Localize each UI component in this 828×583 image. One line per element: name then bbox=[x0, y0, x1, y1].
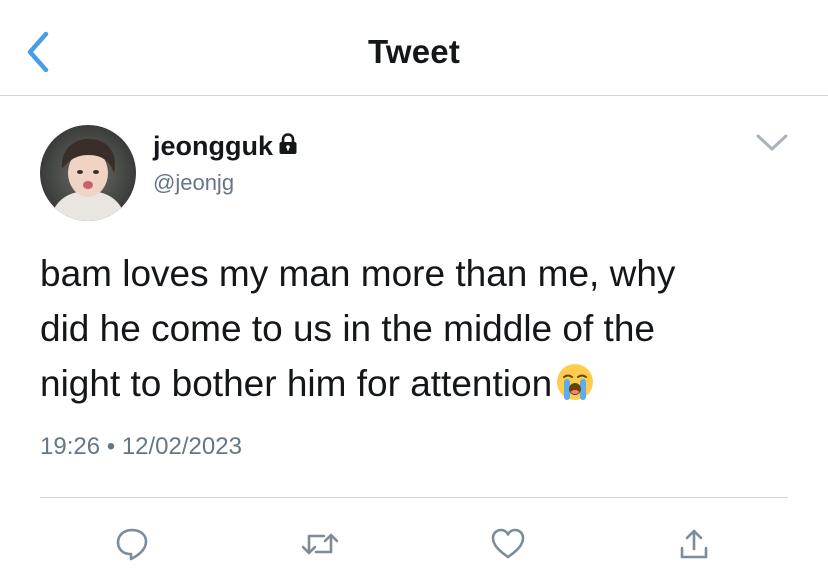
retweet-icon bbox=[301, 533, 339, 555]
share-button[interactable] bbox=[672, 522, 716, 566]
lock-icon bbox=[278, 131, 298, 162]
reply-button[interactable] bbox=[110, 522, 154, 566]
tweet-text: bam loves my man more than me, why did h… bbox=[40, 246, 800, 411]
share-icon bbox=[680, 529, 708, 559]
tweet-line-1: bam loves my man more than me, why bbox=[40, 253, 676, 294]
chevron-down-icon bbox=[756, 134, 788, 151]
avatar[interactable] bbox=[40, 125, 136, 221]
like-icon bbox=[491, 528, 525, 559]
reply-icon bbox=[116, 528, 148, 561]
loudly-crying-face-icon bbox=[555, 362, 595, 402]
retweet-button[interactable] bbox=[298, 522, 342, 566]
tweet-date: 12/02/2023 bbox=[121, 433, 242, 460]
top-bar: Tweet bbox=[0, 0, 828, 96]
page-title: Tweet bbox=[367, 33, 461, 70]
display-name-text: jeongguk bbox=[153, 131, 273, 161]
divider bbox=[40, 497, 788, 498]
tweet-line-3-text: night to bother him for attention bbox=[40, 363, 553, 404]
user-handle[interactable]: @jeonjg bbox=[153, 170, 234, 196]
avatar-image bbox=[40, 125, 136, 221]
more-options-button[interactable] bbox=[754, 130, 790, 154]
tweet-time: 19:26 bbox=[40, 433, 101, 460]
display-name[interactable]: jeongguk bbox=[153, 131, 298, 162]
timestamp-separator: • bbox=[106, 433, 116, 460]
tweet-line-3: night to bother him for attention bbox=[40, 356, 800, 411]
tweet-line-2: did he come to us in the middle of the bbox=[40, 308, 655, 349]
tweet-timestamp: 19:26 • 12/02/2023 bbox=[40, 433, 242, 461]
like-button[interactable] bbox=[486, 522, 530, 566]
